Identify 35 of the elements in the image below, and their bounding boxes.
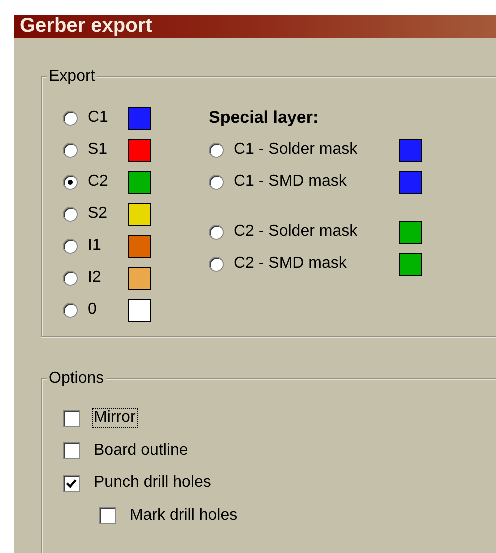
layer-label: I2: [88, 269, 102, 287]
checkbox[interactable]: [99, 507, 116, 524]
checkbox[interactable]: [63, 442, 80, 460]
layer-label: C1 - SMD mask: [234, 173, 348, 191]
radio-button[interactable]: [63, 302, 78, 318]
checkmark-icon: [66, 478, 77, 489]
radio-button[interactable]: [63, 270, 78, 286]
layer-label: 0: [88, 301, 98, 319]
radio-button[interactable]: [209, 256, 224, 272]
group-title: Options: [47, 369, 106, 389]
radio-button[interactable]: [209, 224, 224, 240]
checkbox-label[interactable]: Board outline: [92, 440, 190, 461]
radio-button[interactable]: [63, 110, 78, 126]
checkbox[interactable]: [63, 474, 80, 492]
window-title: Gerber export: [20, 15, 152, 38]
radio-button[interactable]: [63, 206, 78, 222]
special-layer-heading: Special layer:: [209, 107, 320, 129]
layer-label: C2 - SMD mask: [234, 255, 348, 273]
layer-label: C2 - Solder mask: [234, 223, 359, 241]
checkbox-label[interactable]: Mirror: [92, 408, 138, 428]
radio-button[interactable]: [63, 238, 78, 254]
radio-button[interactable]: [63, 142, 78, 158]
radio-button[interactable]: [63, 174, 78, 190]
checkbox[interactable]: [63, 410, 80, 427]
checkbox-label[interactable]: Punch drill holes: [92, 473, 214, 494]
layer-label: I1: [88, 237, 102, 255]
radio-button[interactable]: [209, 142, 224, 158]
group-title: Export: [47, 67, 98, 87]
layer-label: C2: [88, 173, 110, 191]
radio-button[interactable]: [209, 174, 224, 190]
layer-label: S1: [88, 141, 109, 159]
layer-label: C1 - Solder mask: [234, 141, 359, 159]
checkbox-label[interactable]: Mark drill holes: [128, 506, 240, 526]
layer-label: S2: [88, 205, 109, 223]
layer-label: C1: [88, 109, 110, 127]
